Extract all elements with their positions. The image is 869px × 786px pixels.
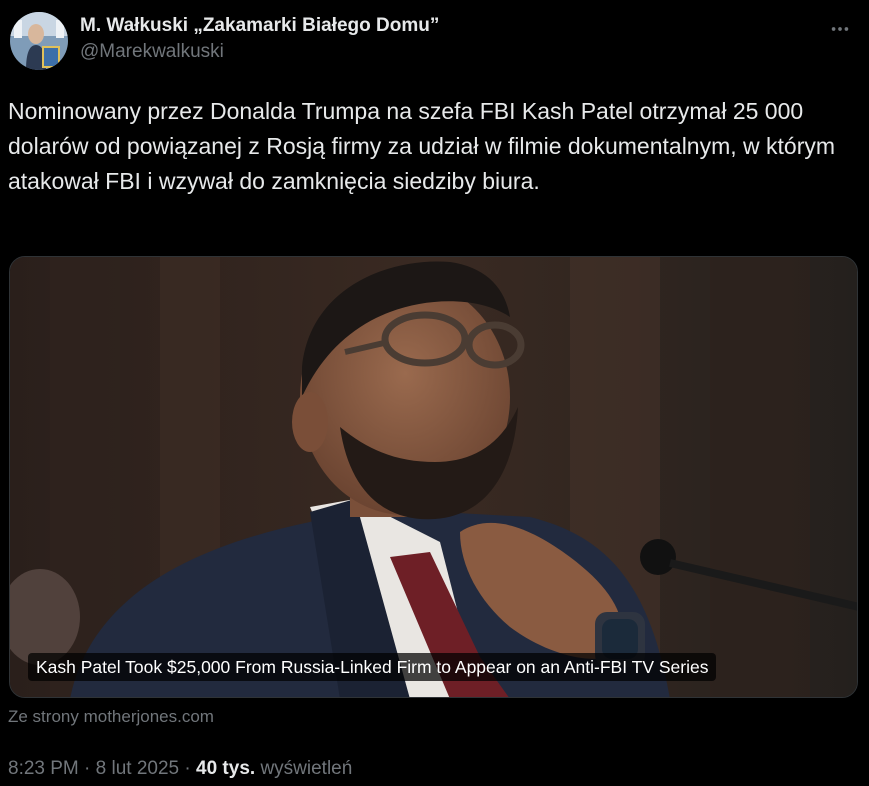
- tweet-date[interactable]: 8 lut 2025: [96, 758, 179, 779]
- tweet-meta: 8:23 PM · 8 lut 2025 · 40 tys. wyświetle…: [8, 756, 352, 782]
- author-block: M. Wałkuski „Zakamarki Białego Domu” @Ma…: [80, 14, 439, 64]
- tweet-text: Nominowany przez Donalda Trumpa na szefa…: [8, 98, 842, 194]
- more-horizontal-icon: [831, 27, 849, 31]
- article-photo: [10, 257, 857, 697]
- link-source[interactable]: Ze strony motherjones.com: [8, 706, 214, 728]
- article-title: Kash Patel Took $25,000 From Russia-Link…: [28, 653, 717, 681]
- author-name[interactable]: M. Wałkuski „Zakamarki Białego Domu”: [80, 14, 439, 38]
- avatar[interactable]: [10, 12, 68, 70]
- meta-separator: ·: [84, 758, 91, 779]
- tweet-time[interactable]: 8:23 PM: [8, 758, 79, 779]
- views-label: wyświetleń: [260, 758, 353, 779]
- tweet-header: M. Wałkuski „Zakamarki Białego Domu” @Ma…: [8, 8, 861, 72]
- author-handle[interactable]: @Marekwalkuski: [80, 40, 439, 64]
- meta-separator: ·: [184, 758, 191, 779]
- more-button[interactable]: [823, 12, 857, 46]
- avatar-image: [10, 12, 68, 70]
- views-count: 40 tys.: [196, 758, 256, 779]
- link-card[interactable]: Kash Patel Took $25,000 From Russia-Link…: [9, 256, 858, 698]
